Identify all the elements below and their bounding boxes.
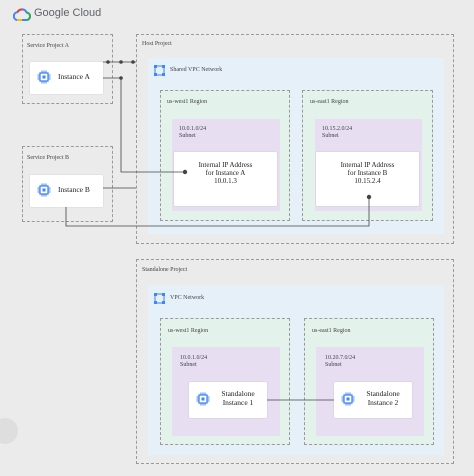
service-project-b-label: Service Project B — [27, 155, 69, 161]
internal-ip-a-address: 10.0.1.3 — [214, 177, 237, 186]
service-project-a-label: Service Project A — [27, 43, 69, 49]
standalone-west-subnet-label: Subnet — [180, 362, 197, 368]
standalone-us-west1-region-label: us-west1 Region — [168, 328, 209, 334]
google-cloud-logo-icon — [13, 8, 31, 21]
host-west-subnet-cidr: 10.0.1.0/24 — [179, 126, 207, 132]
standalone-east-subnet-cidr: 10.20.7.0/24 — [325, 355, 356, 361]
instance-a-label: Instance A — [58, 72, 90, 81]
host-us-east1-region-label: us-east1 Region — [310, 99, 349, 105]
vpc-network-icon — [154, 293, 165, 304]
standalone-instance-1-label: Standalone Instance 1 — [214, 389, 262, 407]
google-cloud-logo-text: Google Cloud — [34, 7, 102, 19]
standalone-instance-2-line2: Instance 2 — [367, 397, 399, 407]
shared-vpc-network-label: Shared VPC Network — [170, 67, 223, 73]
standalone-east-subnet-label: Subnet — [325, 362, 342, 368]
standalone-instance-2-label: Standalone Instance 2 — [359, 389, 407, 407]
vpc-network-icon — [154, 65, 165, 76]
vpc-network-label: VPC Network — [170, 295, 205, 301]
compute-chip-icon — [37, 70, 51, 84]
internal-ip-card-a-text: Internal IP Address for Instance A 10.0.… — [174, 161, 277, 185]
host-project-label: Host Project — [142, 41, 172, 47]
standalone-project-label: Standalone Project — [142, 267, 188, 273]
standalone-us-east1-region-label: us-east1 Region — [312, 328, 351, 334]
compute-chip-icon — [37, 183, 51, 197]
standalone-instance-1-line2: Instance 1 — [222, 397, 254, 407]
compute-chip-icon — [341, 392, 355, 406]
connector-dot — [131, 60, 135, 64]
connector-dot — [119, 60, 123, 64]
host-west-subnet-label: Subnet — [179, 133, 196, 139]
instance-b-label: Instance B — [58, 185, 90, 194]
host-east-subnet-label: Subnet — [322, 133, 339, 139]
host-us-west1-region-label: us-west1 Region — [167, 99, 208, 105]
internal-ip-a-line1: Internal IP Address — [198, 161, 253, 169]
host-east-subnet-cidr: 10.15.2.0/24 — [322, 126, 353, 132]
internal-ip-b-line1: Internal IP Address — [340, 161, 395, 169]
standalone-west-subnet-cidr: 10.0.1.0/24 — [180, 355, 208, 361]
compute-chip-icon — [196, 392, 210, 406]
internal-ip-b-address: 10.15.2.4 — [354, 177, 381, 186]
internal-ip-a-line2: for Instance A — [205, 169, 246, 178]
internal-ip-b-line2: for Instance B — [347, 169, 388, 178]
internal-ip-card-b-text: Internal IP Address for Instance B 10.15… — [316, 161, 419, 185]
connector-dot — [119, 76, 123, 80]
corner-overlay-icon — [0, 418, 18, 444]
